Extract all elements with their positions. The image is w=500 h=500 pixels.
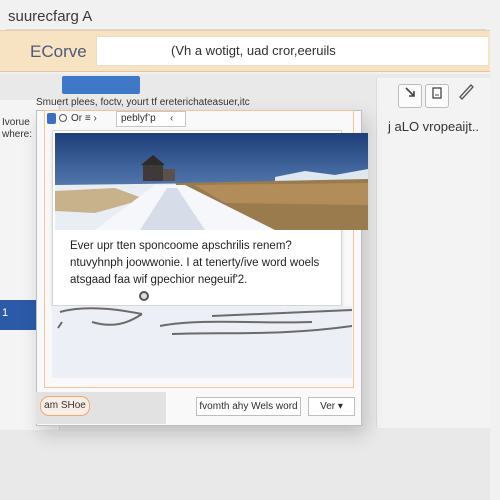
circle-icon[interactable] (59, 114, 67, 122)
dialog-toolbar-label: Or ≡ › (71, 113, 97, 124)
dialog-toolbar-field[interactable]: peblyf’p (116, 111, 186, 127)
right-panel-label: j aLO vropeaijt.. (388, 119, 480, 134)
sidebar-item-label: 1 (2, 307, 9, 319)
cursor-icon (139, 291, 149, 301)
active-tab[interactable] (62, 76, 140, 94)
ok-button[interactable]: Ver ▾ (308, 397, 355, 416)
word-button[interactable]: fvomth ahy Wels word (196, 397, 301, 416)
search-input[interactable]: (Vh a wotigt, uad cror,eeruils (96, 36, 488, 66)
app-name: ECorve (30, 42, 87, 61)
save-button[interactable]: am SHoe (40, 396, 90, 416)
arrow-down-icon[interactable] (398, 84, 422, 108)
card-text: Ever upr tten sponcoome apschrilis renem… (70, 240, 320, 286)
window-title: suurecfarg A (6, 6, 486, 30)
chevron-left-icon[interactable]: ‹ (170, 113, 173, 124)
hint-text: Smuert plees, foctv, yourt tf eretericha… (36, 97, 250, 108)
document-icon[interactable] (425, 84, 449, 108)
landscape-image (55, 133, 368, 230)
blue-square-icon[interactable] (47, 113, 56, 124)
pen-icon[interactable] (454, 82, 478, 106)
sketch-area[interactable] (52, 306, 353, 378)
